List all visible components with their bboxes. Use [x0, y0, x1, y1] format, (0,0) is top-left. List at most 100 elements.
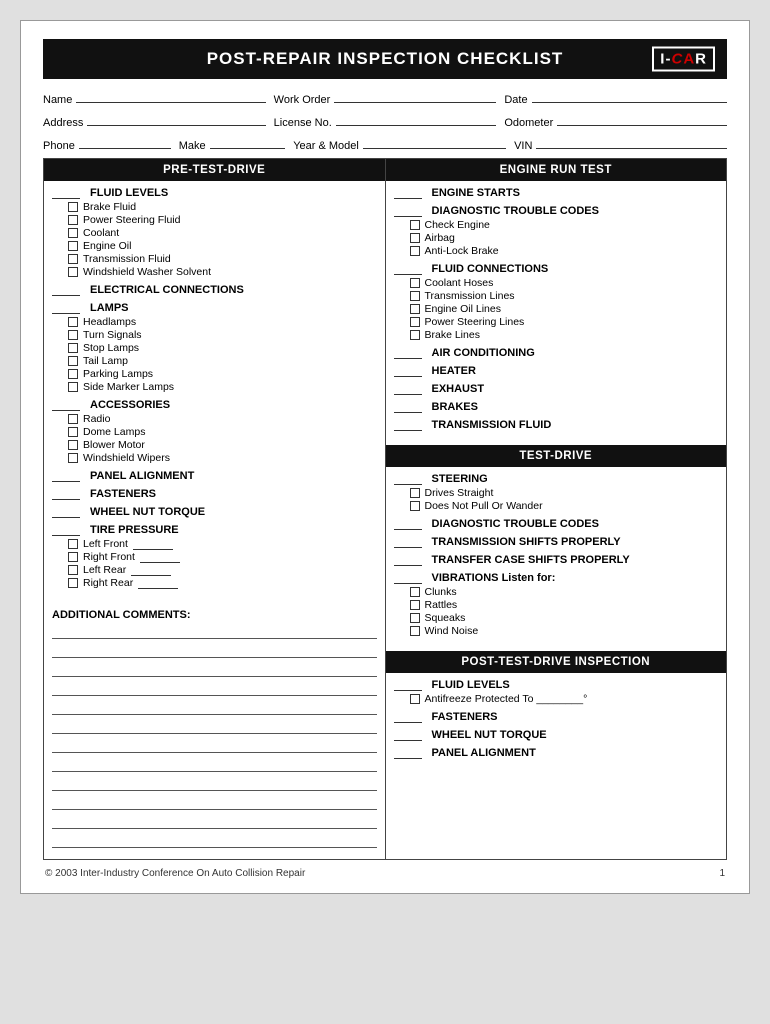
comment-line[interactable] [52, 682, 377, 696]
comment-line[interactable] [52, 701, 377, 715]
address-input[interactable] [87, 112, 265, 126]
checkbox[interactable] [68, 453, 78, 463]
comment-line[interactable] [52, 720, 377, 734]
checkbox[interactable] [68, 317, 78, 327]
fasteners-post-score[interactable] [394, 711, 422, 723]
accessories-group: ACCESSORIES Radio Dome Lamps Blower Moto… [52, 399, 377, 464]
checkbox[interactable] [68, 414, 78, 424]
checkbox[interactable] [68, 241, 78, 251]
left-rear-value[interactable] [131, 564, 171, 576]
fluid-connections-title: FLUID CONNECTIONS [394, 263, 719, 275]
checkbox[interactable] [68, 267, 78, 277]
lamps-score[interactable] [52, 302, 80, 314]
name-input[interactable] [76, 89, 265, 103]
list-item: Left Rear [68, 564, 377, 576]
checkbox[interactable] [410, 600, 420, 610]
left-column: PRE-TEST-DRIVE FLUID LEVELS Brake Fluid … [44, 159, 386, 859]
comment-line[interactable] [52, 834, 377, 848]
checkbox[interactable] [410, 278, 420, 288]
fluid-levels-score[interactable] [52, 187, 80, 199]
checkbox[interactable] [68, 440, 78, 450]
checkbox[interactable] [410, 317, 420, 327]
exhaust-score[interactable] [394, 383, 422, 395]
comment-line[interactable] [52, 663, 377, 677]
list-item: Airbag [410, 232, 719, 244]
electrical-score[interactable] [52, 284, 80, 296]
comment-line[interactable] [52, 777, 377, 791]
work-order-input[interactable] [334, 89, 496, 103]
comment-line[interactable] [52, 625, 377, 639]
checkbox[interactable] [410, 233, 420, 243]
checkbox[interactable] [68, 565, 78, 575]
checkbox[interactable] [410, 626, 420, 636]
brakes-score[interactable] [394, 401, 422, 413]
checkbox[interactable] [68, 356, 78, 366]
phone-input[interactable] [79, 135, 171, 149]
wheel-nut-post-score[interactable] [394, 729, 422, 741]
checkbox[interactable] [68, 369, 78, 379]
list-item: Left Front [68, 538, 377, 550]
checkbox[interactable] [68, 427, 78, 437]
checkbox[interactable] [68, 228, 78, 238]
checkbox[interactable] [68, 330, 78, 340]
checkbox[interactable] [68, 254, 78, 264]
checkbox[interactable] [68, 382, 78, 392]
checkbox[interactable] [410, 246, 420, 256]
wheel-nut-score[interactable] [52, 506, 80, 518]
fluid-post-score[interactable] [394, 679, 422, 691]
comment-line[interactable] [52, 758, 377, 772]
checkbox[interactable] [410, 501, 420, 511]
checkbox[interactable] [410, 330, 420, 340]
transfer-case-score[interactable] [394, 554, 422, 566]
checkbox[interactable] [410, 587, 420, 597]
checkbox[interactable] [68, 578, 78, 588]
checkbox[interactable] [68, 202, 78, 212]
comment-line[interactable] [52, 796, 377, 810]
checkbox[interactable] [410, 304, 420, 314]
odometer-input[interactable] [557, 112, 727, 126]
trans-fluid-score[interactable] [394, 419, 422, 431]
comment-line[interactable] [52, 815, 377, 829]
list-item: Check Engine [410, 219, 719, 231]
trans-shifts-score[interactable] [394, 536, 422, 548]
right-rear-value[interactable] [138, 577, 178, 589]
list-item: Brake Lines [410, 329, 719, 341]
checkbox[interactable] [410, 488, 420, 498]
panel-score[interactable] [52, 470, 80, 482]
date-input[interactable] [532, 89, 727, 103]
list-item: Parking Lamps [68, 368, 377, 380]
license-input[interactable] [336, 112, 497, 126]
tire-pressure-score[interactable] [52, 524, 80, 536]
ac-score[interactable] [394, 347, 422, 359]
fluid-conn-score[interactable] [394, 263, 422, 275]
checkbox[interactable] [68, 215, 78, 225]
vibrations-score[interactable] [394, 572, 422, 584]
checkbox[interactable] [68, 552, 78, 562]
year-model-input[interactable] [363, 135, 506, 149]
fasteners-score[interactable] [52, 488, 80, 500]
dtc-score[interactable] [394, 205, 422, 217]
heater-score[interactable] [394, 365, 422, 377]
checkbox[interactable] [410, 613, 420, 623]
lamps-items: Headlamps Turn Signals Stop Lamps Tail L… [52, 316, 377, 393]
right-front-value[interactable] [140, 551, 180, 563]
make-input[interactable] [210, 135, 286, 149]
tire-pressure-items: Left Front Right Front Left Rear [52, 538, 377, 589]
list-item: Radio [68, 413, 377, 425]
comment-line[interactable] [52, 644, 377, 658]
checkbox[interactable] [410, 694, 420, 704]
left-front-value[interactable] [133, 538, 173, 550]
steering-score[interactable] [394, 473, 422, 485]
icar-logo: I‑CAR [652, 47, 715, 72]
dtc-test-group: DIAGNOSTIC TROUBLE CODES [394, 518, 719, 530]
dtc-test-score[interactable] [394, 518, 422, 530]
panel-post-score[interactable] [394, 747, 422, 759]
engine-starts-score[interactable] [394, 187, 422, 199]
accessories-score[interactable] [52, 399, 80, 411]
checkbox[interactable] [68, 539, 78, 549]
checkbox[interactable] [410, 291, 420, 301]
comment-line[interactable] [52, 739, 377, 753]
checkbox[interactable] [68, 343, 78, 353]
checkbox[interactable] [410, 220, 420, 230]
vin-input[interactable] [536, 135, 727, 149]
